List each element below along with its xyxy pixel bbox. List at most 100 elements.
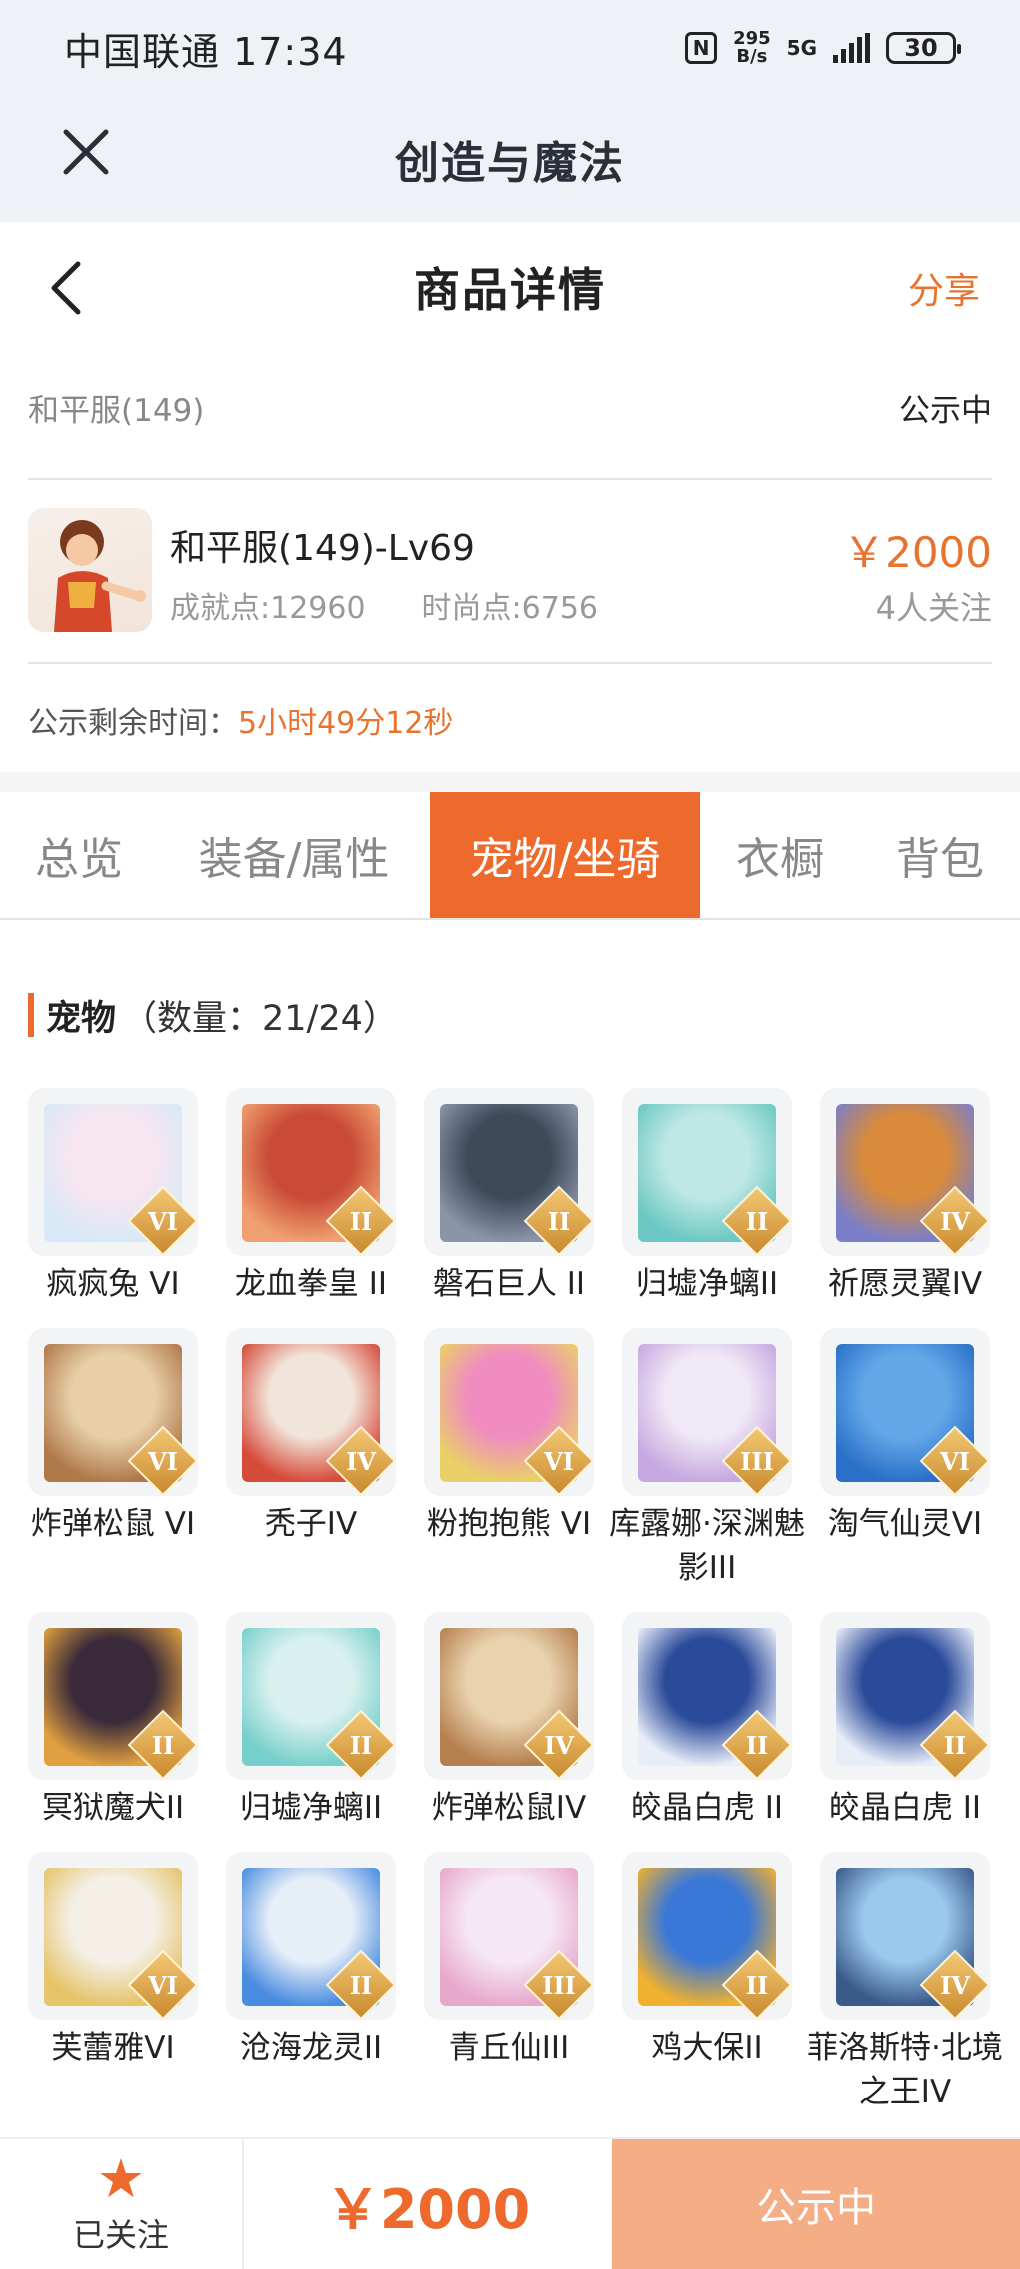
pet-tile[interactable]: II 龙血拳皇 II <box>226 1088 396 1306</box>
divider <box>28 478 992 480</box>
divider <box>28 662 992 664</box>
pet-tile[interactable]: III 青丘仙III <box>424 1852 594 2070</box>
pet-thumbnail: IV <box>820 1852 990 2020</box>
pet-thumbnail: VI <box>28 1088 198 1256</box>
pet-name: 鸡大保II <box>651 2030 763 2066</box>
tier-badge-label: II <box>745 1970 769 2000</box>
nfc-icon: N <box>685 32 718 64</box>
pet-thumbnail: IV <box>820 1088 990 1256</box>
pet-name: 归墟净螭II <box>635 1266 779 1302</box>
tab-pets-mounts[interactable]: 宠物/坐骑 <box>430 792 700 918</box>
pet-name: 库露娜·深渊魅影III <box>609 1506 805 1586</box>
pet-name: 祈愿灵翼IV <box>827 1266 983 1302</box>
pets-section-title: 宠物 <box>46 998 117 1039</box>
pet-tile[interactable]: VI 淘气仙灵VI <box>820 1328 990 1546</box>
chevron-left-icon[interactable] <box>40 256 90 320</box>
pet-name: 磐石巨人 II <box>432 1266 586 1302</box>
battery-icon: 30 <box>886 32 961 64</box>
pet-name: 粉抱抱熊 VI <box>426 1506 592 1542</box>
tier-badge-label: IV <box>544 1730 574 1760</box>
pet-name: 淘气仙灵VI <box>827 1506 983 1542</box>
pets-section-header: 宠物 （数量：21/24） <box>28 990 398 1040</box>
status-action-button[interactable]: 公示中 <box>612 2139 1020 2269</box>
listing-status: 公示中 <box>899 393 992 429</box>
tab-wardrobe[interactable]: 衣橱 <box>700 792 860 918</box>
follow-button[interactable]: ★ 已关注 <box>0 2139 244 2269</box>
pet-name: 炸弹松鼠IV <box>431 1790 587 1826</box>
pet-tile[interactable]: II 归墟净螭II <box>226 1612 396 1830</box>
battery-level: 30 <box>904 34 938 62</box>
pet-tile[interactable]: II 归墟净螭II <box>622 1088 792 1306</box>
bottom-bar: ★ 已关注 ￥2000 公示中 <box>0 2137 1020 2269</box>
pet-tile[interactable]: IV 祈愿灵翼IV <box>820 1088 990 1306</box>
pet-name: 疯疯兔 VI <box>46 1266 180 1302</box>
pet-thumbnail: II <box>226 1852 396 2020</box>
character-card[interactable]: 和平服(149)-Lv69 成就点:12960 时尚点:6756 ￥2000 4人… <box>28 505 992 635</box>
pet-tile[interactable]: VI 粉抱抱熊 VI <box>424 1328 594 1546</box>
follow-label: 已关注 <box>72 2216 169 2254</box>
pet-tile[interactable]: II 皎晶白虎 II <box>622 1612 792 1830</box>
pet-name: 秃子IV <box>264 1506 358 1542</box>
pet-tile[interactable]: IV 菲洛斯特·北境之王IV <box>807 1852 1003 2114</box>
star-icon: ★ <box>96 2147 146 2210</box>
tab-equipment[interactable]: 装备/属性 <box>158 792 430 918</box>
pet-name: 归墟净螭II <box>239 1790 383 1826</box>
pet-thumbnail: II <box>226 1088 396 1256</box>
tier-badge-label: III <box>542 1970 576 2000</box>
tier-badge-label: II <box>547 1206 571 1236</box>
tier-badge-label: III <box>740 1446 774 1476</box>
tier-badge-label: II <box>349 1730 373 1760</box>
pet-tile[interactable]: VI 炸弹松鼠 VI <box>28 1328 198 1546</box>
remaining-time: 公示剩余时间：5小时49分12秒 <box>28 698 453 742</box>
pet-tile[interactable]: IV 炸弹松鼠IV <box>424 1612 594 1830</box>
pet-thumbnail: VI <box>28 1328 198 1496</box>
pet-name: 沧海龙灵II <box>239 2030 383 2066</box>
pet-thumbnail: II <box>622 1612 792 1780</box>
signal-icon <box>833 33 870 63</box>
pets-count: （数量：21/24） <box>122 998 398 1039</box>
pet-tile[interactable]: II 皎晶白虎 II <box>820 1612 990 1830</box>
tier-badge-label: II <box>151 1730 175 1760</box>
tier-badge-label: II <box>745 1730 769 1760</box>
character-stats: 成就点:12960 时尚点:6756 <box>170 583 598 627</box>
net-speed-unit: B/s <box>736 46 768 67</box>
pet-thumbnail: III <box>622 1328 792 1496</box>
achievement-points: 成就点:12960 <box>170 591 366 626</box>
tier-badge-label: VI <box>544 1446 574 1476</box>
listing-price: ￥2000 <box>843 528 992 577</box>
app-title: 创造与魔法 <box>395 138 625 189</box>
pet-tile[interactable]: III 库露娜·深渊魅影III <box>609 1328 805 1590</box>
server-name: 和平服(149) <box>28 393 205 429</box>
character-avatar <box>28 508 152 632</box>
tab-overview[interactable]: 总览 <box>0 792 158 918</box>
remaining-label: 公示剩余时间： <box>28 706 238 741</box>
pet-thumbnail: VI <box>424 1328 594 1496</box>
pet-tile[interactable]: II 冥狱魔犬II <box>28 1612 198 1830</box>
pet-tile[interactable]: VI 疯疯兔 VI <box>28 1088 198 1306</box>
pet-name: 菲洛斯特·北境之王IV <box>807 2030 1003 2110</box>
pet-tile[interactable]: II 磐石巨人 II <box>424 1088 594 1306</box>
tab-backpack[interactable]: 背包 <box>860 792 1020 918</box>
pet-thumbnail: II <box>28 1612 198 1780</box>
tier-badge-label: IV <box>940 1970 970 2000</box>
page-title: 商品详情 <box>414 263 606 317</box>
tier-badge-label: II <box>349 1206 373 1236</box>
pet-tile[interactable]: IV 秃子IV <box>226 1328 396 1546</box>
pet-thumbnail: II <box>820 1612 990 1780</box>
pet-tile[interactable]: VI 芙蕾雅VI <box>28 1852 198 2070</box>
tier-badge-label: IV <box>346 1446 376 1476</box>
pet-thumbnail: IV <box>424 1612 594 1780</box>
share-button[interactable]: 分享 <box>908 262 980 314</box>
pet-tile[interactable]: II 鸡大保II <box>622 1852 792 2070</box>
bottom-price: ￥2000 <box>325 2177 531 2241</box>
pet-thumbnail: VI <box>28 1852 198 2020</box>
page-header: 商品详情 分享 <box>0 222 1020 352</box>
detail-tabs: 总览 装备/属性 宠物/坐骑 衣橱 背包 <box>0 792 1020 920</box>
app-bar: 创造与魔法 <box>0 96 1020 222</box>
pet-tile[interactable]: II 沧海龙灵II <box>226 1852 396 2070</box>
tier-badge-label: VI <box>148 1970 178 2000</box>
pet-name: 皎晶白虎 II <box>630 1790 784 1826</box>
close-icon[interactable] <box>58 124 114 180</box>
tier-badge-label: II <box>745 1206 769 1236</box>
carrier-time: 中国联通 17:34 <box>64 29 348 74</box>
